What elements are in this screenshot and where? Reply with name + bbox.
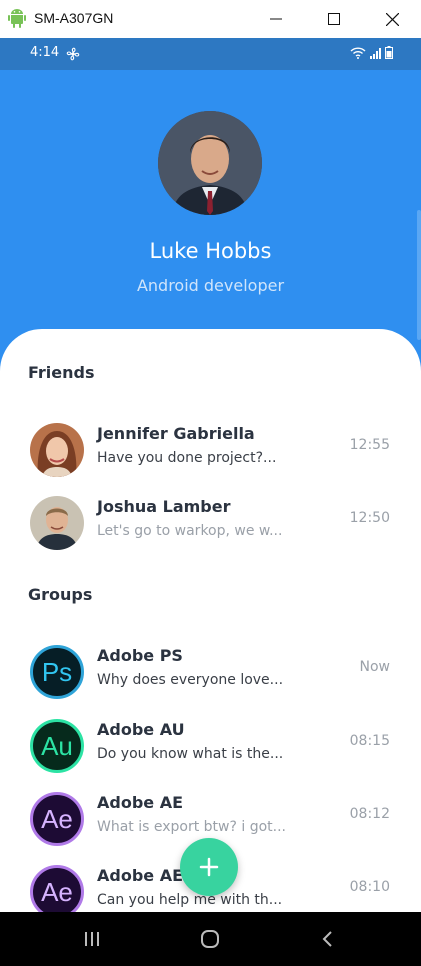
group-name: Adobe AU [97,720,185,739]
recents-button[interactable] [62,924,122,954]
friend-time: 12:55 [349,437,390,453]
home-button[interactable] [180,924,240,954]
friend-row[interactable]: Joshua Lamber Let's go to warkop, we w..… [0,490,421,556]
window-titlebar: SM-A307GN [0,0,421,38]
friend-photo [30,496,84,550]
chat-list-sheet: Friends Jennifer Gabriella Have you done… [0,329,421,912]
add-button[interactable] [180,838,238,896]
groups-section-title: Groups [28,585,93,604]
plus-icon [199,857,219,877]
friend-name: Joshua Lamber [97,497,231,516]
photoshop-icon: Ps [30,645,84,699]
maximize-button[interactable] [308,0,360,38]
scroll-indicator [417,210,421,340]
group-message: What is export btw? i got... [97,819,287,835]
status-time: 4:14 [30,45,60,60]
fan-icon [66,47,80,61]
friend-message: Let's go to warkop, we w... [97,523,283,539]
home-icon [201,930,219,948]
group-time: 08:10 [349,879,390,895]
group-row[interactable]: Ps Adobe PS Why does everyone love... No… [0,639,421,705]
recents-icon [85,932,99,946]
maximize-icon [328,13,340,25]
group-time: 08:12 [349,806,390,822]
profile-role: Android developer [136,276,285,295]
after-effects-icon: Ae [30,865,84,912]
profile-name: Luke Hobbs [149,239,272,263]
friend-row[interactable]: Jennifer Gabriella Have you done project… [0,417,421,483]
signal-icon [370,48,381,59]
friend-time: 12:50 [349,510,390,526]
close-button[interactable] [366,0,418,38]
group-row[interactable]: Au Adobe AU Do you know what is the... 0… [0,713,421,779]
wifi-icon [350,47,366,59]
window-title: SM-A307GN [34,10,114,26]
group-message: Can you help me with th... [97,892,283,908]
android-icon [8,9,26,28]
group-time: 08:15 [349,733,390,749]
minimize-button[interactable] [250,0,302,38]
group-name: Adobe PS [97,646,183,665]
friend-avatar [30,423,84,477]
friends-section-title: Friends [28,363,95,382]
phone-screen: 4:14 Luke Hobbs Android developer Friend… [0,38,421,912]
friend-photo [30,423,84,477]
friend-name: Jennifer Gabriella [97,424,255,443]
navigation-bar [0,912,421,966]
back-icon [322,931,332,947]
friend-avatar [30,496,84,550]
profile-avatar[interactable] [158,111,262,215]
back-button[interactable] [298,924,358,954]
battery-icon [385,46,393,59]
group-name: Adobe AE [97,866,184,885]
status-bar: 4:14 [0,38,421,70]
profile-photo [158,111,262,215]
close-icon [385,12,399,26]
after-effects-icon: Ae [30,792,84,846]
audition-icon: Au [30,719,84,773]
system-icons [350,46,393,59]
minimize-icon [270,18,282,20]
friend-message: Have you done project?... [97,450,277,466]
group-message: Why does everyone love... [97,672,284,688]
group-message: Do you know what is the... [97,746,284,762]
group-name: Adobe AE [97,793,184,812]
group-time: Now [359,659,391,675]
